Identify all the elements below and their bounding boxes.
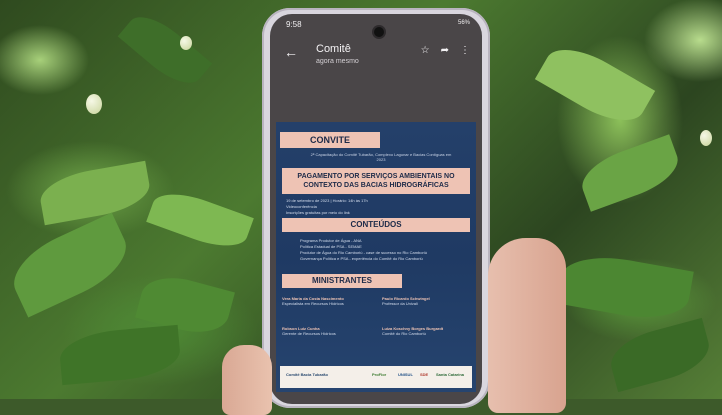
leaf bbox=[146, 184, 254, 256]
app-title: Comitê bbox=[316, 43, 351, 55]
front-camera bbox=[374, 27, 384, 37]
topics-list: Programa Produtor de Água - ANA Política… bbox=[300, 238, 470, 262]
app-subtitle: agora mesmo bbox=[316, 58, 359, 65]
star-icon[interactable]: ☆ bbox=[421, 45, 430, 56]
berry bbox=[86, 94, 102, 114]
speaker: Luiza Koschny Borges Burgardt Comitê do … bbox=[382, 326, 468, 336]
conteudos-banner: CONTEÚDOS bbox=[282, 218, 470, 232]
leaf bbox=[117, 5, 213, 95]
speaker: Paulo Ricardo Schwingel Professor da Uni… bbox=[382, 296, 468, 306]
appbar-actions: ☆ ➦ ⋮ bbox=[421, 45, 470, 56]
list-item: Governança Política e PSA - experiência … bbox=[300, 256, 423, 261]
sponsor-logo: UNISUL bbox=[398, 372, 413, 377]
share-icon[interactable]: ➦ bbox=[441, 45, 449, 56]
leaf bbox=[2, 212, 138, 318]
left-thumb bbox=[222, 345, 272, 415]
event-details: 19 de setembro de 2023 | Horário: 14h às… bbox=[286, 198, 466, 216]
battery-level: 56% bbox=[457, 20, 470, 26]
status-time: 9:58 bbox=[286, 20, 302, 29]
speaker: Vera Maria da Costa Nascimento Especiali… bbox=[282, 296, 368, 306]
berry bbox=[180, 36, 192, 50]
more-vertical-icon[interactable]: ⋮ bbox=[460, 45, 470, 56]
sponsor-footer: Comitê Bacia Tubarão ProFlor UNISUL SDE … bbox=[280, 366, 472, 388]
sponsor-logo: Santa Catarina bbox=[436, 372, 465, 377]
berry bbox=[700, 130, 712, 146]
speaker-role: Gerente de Recursos Hídricos bbox=[282, 331, 336, 336]
sponsor-logo: Comitê Bacia Tubarão bbox=[286, 372, 328, 377]
event-flyer-image: CONVITE 2ª Capacitação do Comitê Tubarão… bbox=[276, 122, 476, 392]
app-bar: ← Comitê agora mesmo ☆ ➦ ⋮ bbox=[270, 38, 482, 82]
flyer-subtitle: 2ª Capacitação do Comitê Tubarão, Comple… bbox=[310, 152, 452, 162]
speaker: Robson Luiz Cunha Gerente de Recursos Hí… bbox=[282, 326, 368, 336]
flyer-headline: PAGAMENTO POR SERVIÇOS AMBIENTAIS NO CON… bbox=[282, 168, 470, 194]
arrow-left-icon[interactable]: ← bbox=[284, 44, 298, 60]
ministrantes-banner: MINISTRANTES bbox=[282, 274, 402, 288]
leaf bbox=[36, 160, 154, 226]
convite-banner: CONVITE bbox=[280, 132, 380, 148]
speaker-role: Professor da Univali bbox=[382, 301, 418, 306]
right-thumb bbox=[488, 238, 566, 413]
event-registration: Inscrições gratuitas por meio do link bbox=[286, 210, 350, 215]
sponsor-logo: SDE bbox=[420, 372, 429, 377]
leaf bbox=[605, 317, 715, 393]
phone-screen: 9:58 56% ← Comitê agora mesmo ☆ ➦ ⋮ CONV… bbox=[270, 14, 482, 404]
speaker-role: Especialista em Recursos Hídricos bbox=[282, 301, 344, 306]
leaf bbox=[556, 249, 694, 326]
sponsor-logo: ProFlor bbox=[372, 372, 387, 377]
leaf bbox=[534, 35, 656, 135]
leaf bbox=[575, 134, 685, 212]
speaker-role: Comitê do Rio Camboriú bbox=[382, 331, 426, 336]
leaf bbox=[58, 324, 182, 386]
